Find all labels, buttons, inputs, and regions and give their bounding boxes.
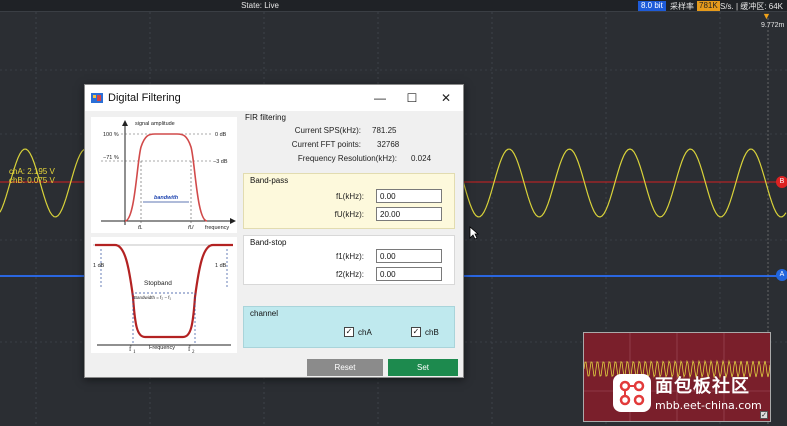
chb-checkbox-label[interactable]: chB	[425, 328, 439, 337]
chb-value-label: chB: 0.075 V	[9, 176, 55, 185]
fl-input[interactable]	[376, 189, 442, 203]
bandpass-group: Band-pass fL(kHz): fU(kHz):	[243, 173, 455, 229]
sps-value: 781.25	[372, 126, 397, 135]
stopband-label: Stopband	[144, 280, 172, 287]
watermark-title: 面包板社区	[655, 376, 750, 397]
f2-field-label: f2(kHz):	[336, 270, 364, 279]
fu-input[interactable]	[376, 207, 442, 221]
chb-marker[interactable]: B	[776, 176, 787, 188]
db3-label: −3 dB	[213, 159, 228, 165]
db-left-label: 1 dB	[93, 263, 105, 269]
mouse-cursor-icon	[469, 226, 479, 240]
fir-group-title: FIR filtering	[245, 113, 286, 122]
state-label: State: Live	[241, 1, 279, 10]
sample-rate-badge[interactable]: 781K	[697, 1, 720, 11]
bandstop-diagram: 1 dB 1 dB Stopband Bandwidth = f₂ − f₁ f…	[91, 237, 237, 355]
bandpass-diagram: signal amplitude 100 % −71 % 0 dB −3 dB …	[91, 117, 237, 233]
f2-input[interactable]	[376, 267, 442, 281]
app-icon	[91, 93, 103, 103]
maximize-icon[interactable]: ☐	[401, 88, 423, 108]
bandstop-title: Band-stop	[250, 238, 287, 247]
pct71-label: −71 %	[103, 155, 119, 161]
trigger-time: 9.772m	[761, 22, 785, 29]
watermark: 面包板社区 mbb.eet-china.com	[613, 372, 783, 418]
set-button[interactable]: Set	[388, 359, 458, 376]
buffer-label: S/s. | 缓冲区: 64K	[720, 2, 783, 11]
channel-group: channel ✓ chA ✓ chB	[243, 306, 455, 348]
bandwidth-formula: Bandwidth = f₂ − f₁	[134, 295, 172, 300]
db-right-label: 1 dB	[215, 263, 227, 269]
f1-subscript: 1	[133, 350, 136, 353]
bit-depth-badge[interactable]: 8.0 bit	[638, 1, 666, 11]
chb-checkbox[interactable]: ✓	[411, 327, 421, 337]
amp-label: signal amplitude	[135, 121, 175, 127]
fft-points-label: Current FFT points:	[291, 140, 361, 149]
fu-label: fU	[188, 225, 194, 231]
f2-label: f	[188, 345, 191, 353]
bandstop-group: Band-stop f1(kHz): f2(kHz):	[243, 235, 455, 285]
fft-points-value: 32768	[377, 140, 400, 149]
channel-title: channel	[250, 309, 279, 318]
fu-field-label: fU(kHz):	[334, 210, 364, 219]
cha-value-label: chA: 2.195 V	[9, 167, 55, 176]
status-bar: State: Live 8.0 bit 采样率 781K S/s. | 缓冲区:…	[0, 0, 787, 12]
reset-button[interactable]: Reset	[307, 359, 383, 376]
bandwidth-label: bandwith	[154, 195, 179, 201]
sample-rate-label: 采样率	[670, 2, 694, 11]
close-icon[interactable]: ✕	[435, 88, 457, 108]
db0-label: 0 dB	[215, 132, 227, 138]
bandpass-title: Band-pass	[250, 176, 289, 185]
trigger-marker-icon[interactable]: ▼	[762, 12, 771, 21]
dialog-titlebar[interactable]: Digital Filtering — ☐ ✕	[85, 85, 463, 111]
watermark-url: mbb.eet-china.com	[655, 399, 762, 412]
cha-marker[interactable]: A	[776, 269, 787, 281]
cha-checkbox[interactable]: ✓	[344, 327, 354, 337]
cha-checkbox-label[interactable]: chA	[358, 328, 372, 337]
freq-resolution-label: Frequency Resolution(kHz):	[297, 154, 397, 163]
frequency-label: frequency	[205, 225, 229, 231]
frequency-label: Frequency	[149, 345, 175, 351]
bandpass-graph: signal amplitude 100 % −71 % 0 dB −3 dB …	[101, 120, 236, 231]
digital-filtering-dialog: Digital Filtering — ☐ ✕ signal amplitude…	[84, 84, 464, 378]
sps-label: Current SPS(kHz):	[294, 126, 361, 135]
f1-label: f	[129, 345, 132, 353]
fl-field-label: fL(kHz):	[336, 192, 364, 201]
pct100-label: 100 %	[103, 132, 119, 138]
fl-label: fL	[138, 225, 143, 231]
f1-input[interactable]	[376, 249, 442, 263]
freq-resolution-value: 0.024	[411, 154, 432, 163]
bandstop-graph: 1 dB 1 dB Stopband Bandwidth = f₂ − f₁ f…	[93, 243, 233, 355]
watermark-logo-icon	[613, 374, 651, 412]
f2-subscript: 2	[192, 350, 195, 353]
dialog-title: Digital Filtering	[108, 92, 181, 104]
minimize-icon[interactable]: —	[369, 88, 391, 108]
f1-field-label: f1(kHz):	[336, 252, 364, 261]
